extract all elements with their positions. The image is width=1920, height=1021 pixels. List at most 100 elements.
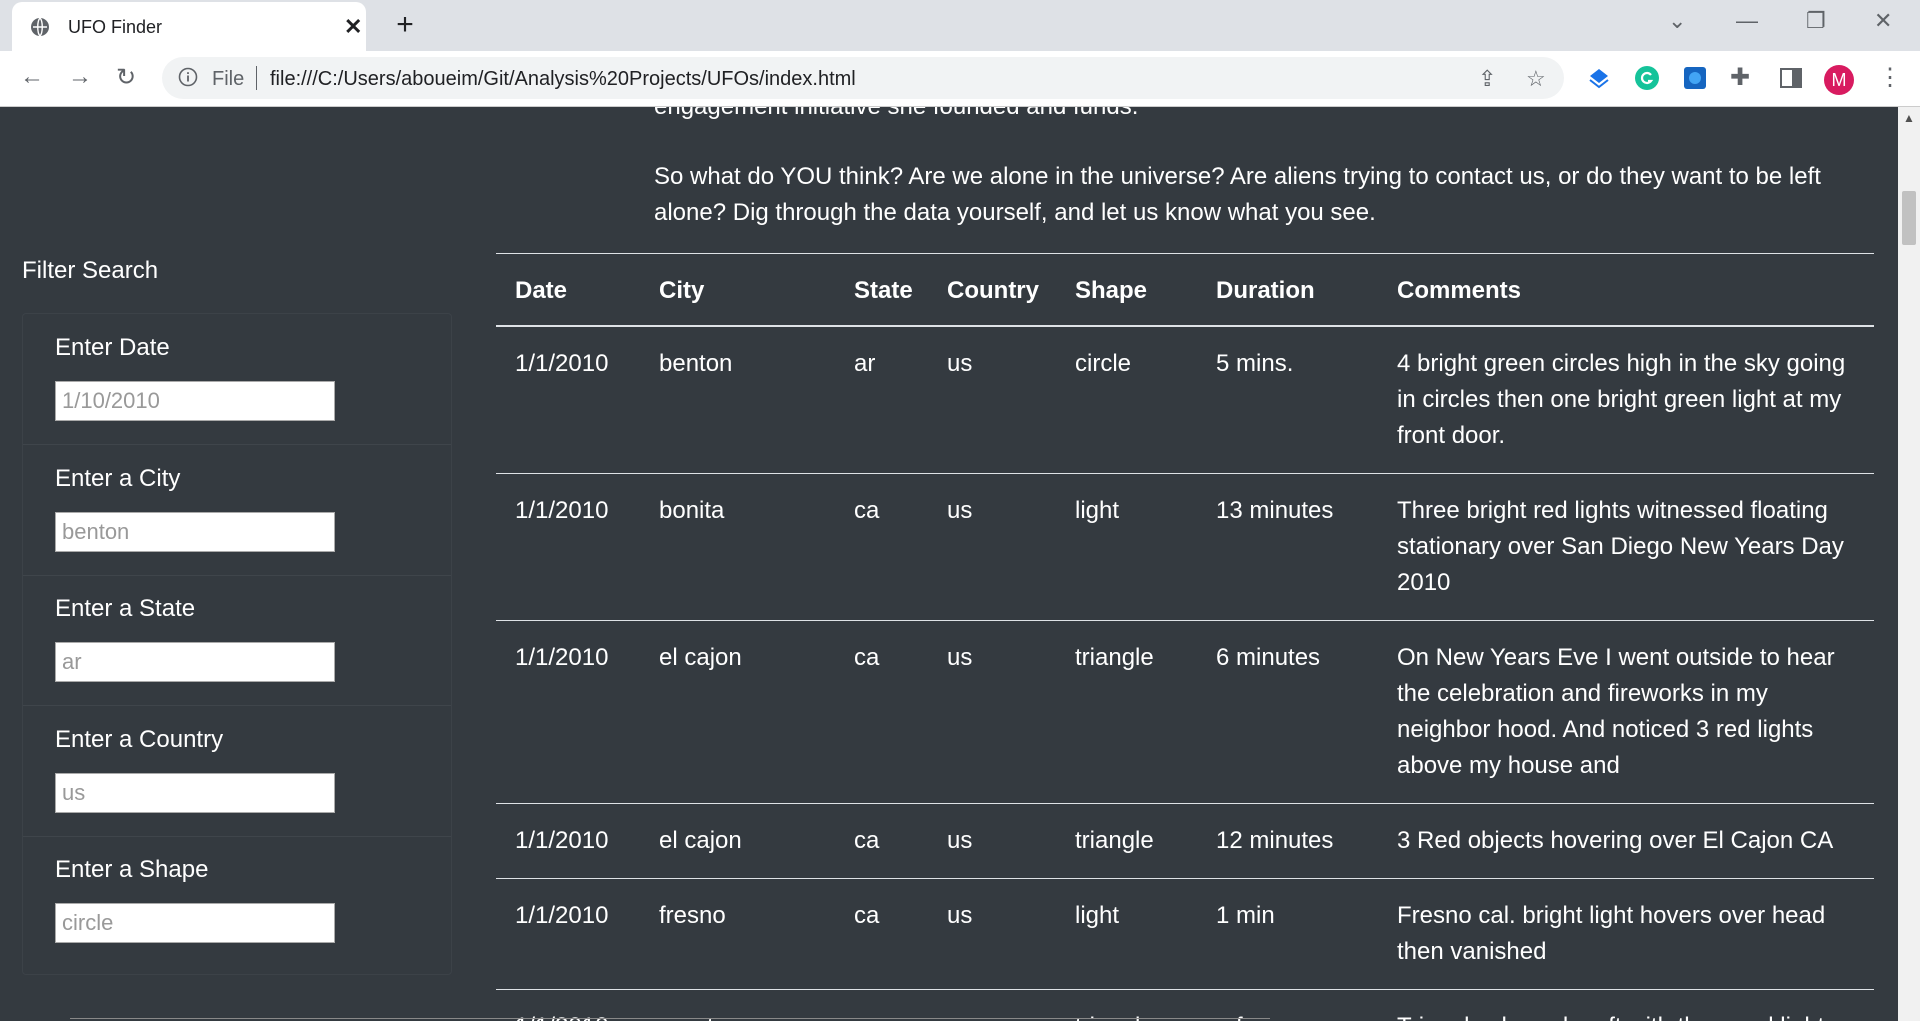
- cell-comment-line: Triangle shaped craft with three red lig…: [1397, 1009, 1836, 1021]
- header-duration: Duration: [1216, 277, 1315, 304]
- cell-comment-line: in circles then one bright green light a…: [1397, 386, 1842, 413]
- cell-country: us: [947, 644, 973, 671]
- globe-icon: [31, 17, 49, 37]
- filter-panel: Enter Date Enter a City Enter a State En…: [22, 313, 452, 975]
- window-close-icon[interactable]: ✕: [1874, 8, 1892, 34]
- browser-tab[interactable]: UFO Finder ✕: [12, 2, 366, 51]
- cell-city: el cajon: [659, 644, 742, 671]
- filter-label: Enter a Country: [55, 726, 224, 753]
- side-panel-icon[interactable]: [1778, 65, 1804, 91]
- filter-item-date: Enter Date: [23, 314, 451, 445]
- star-icon[interactable]: ☆: [1526, 66, 1546, 92]
- cell-country: us: [947, 1009, 972, 1021]
- url-scheme-label: File: [212, 68, 245, 90]
- header-shape: Shape: [1075, 277, 1148, 304]
- cell-country: us: [947, 827, 973, 854]
- cell-duration: 1 min: [1216, 902, 1275, 929]
- share-icon[interactable]: ⇪: [1478, 66, 1496, 92]
- cell-comment-line: front door.: [1397, 422, 1506, 449]
- url-text[interactable]: file:///C:/Users/aboueim/Git/Analysis%20…: [270, 68, 856, 91]
- row-divider: [496, 620, 1874, 621]
- cell-shape: circle: [1075, 350, 1132, 377]
- header-city: City: [659, 277, 705, 304]
- profile-avatar[interactable]: M: [1824, 65, 1854, 95]
- scroll-up-arrow-icon[interactable]: ▲: [1903, 111, 1915, 125]
- row-divider: [496, 473, 1874, 474]
- filter-label: Enter a State: [55, 595, 196, 622]
- page-scrollbar[interactable]: ▲: [1898, 107, 1920, 1021]
- browser-tab-bar: UFO Finder ✕ + ⌄ — ❐ ✕: [0, 0, 1920, 51]
- header-state: State: [854, 277, 913, 304]
- close-icon[interactable]: ✕: [344, 14, 362, 40]
- cell-shape: triangle: [1075, 1009, 1154, 1021]
- cell-country: us: [947, 350, 973, 377]
- filter-item-shape: Enter a Shape: [23, 836, 451, 966]
- browser-toolbar: ← → ↻ File file:///C:/Users/aboueim/Git/…: [0, 51, 1920, 107]
- filter-label: Enter Date: [55, 334, 170, 361]
- address-bar[interactable]: File file:///C:/Users/aboueim/Git/Analys…: [162, 57, 1564, 99]
- cell-shape: triangle: [1075, 644, 1154, 671]
- cell-state: ca: [854, 497, 880, 524]
- cell-country: us: [947, 497, 973, 524]
- state-filter-input[interactable]: [55, 642, 335, 682]
- cell-shape: light: [1075, 497, 1120, 524]
- extensions-icon[interactable]: ✚: [1730, 63, 1750, 92]
- cell-comment-line: neighbor hood. And noticed 3 red lights: [1397, 716, 1814, 743]
- cell-duration: 5 mins.: [1216, 350, 1294, 377]
- extension-blue-icon[interactable]: [1682, 65, 1708, 91]
- grammarly-icon[interactable]: [1634, 65, 1660, 91]
- cell-comment-line: Three bright red lights witnessed floati…: [1397, 497, 1828, 524]
- filter-label: Enter a City: [55, 465, 181, 492]
- intro-cut-line: engagement initiative she founded and fu…: [654, 107, 1138, 125]
- cell-state: or: [854, 1009, 875, 1021]
- city-filter-input[interactable]: [55, 512, 335, 552]
- cell-city: benton: [659, 350, 733, 377]
- restore-icon[interactable]: ❐: [1806, 8, 1826, 34]
- page-content: engagement initiative she founded and fu…: [0, 107, 1898, 1021]
- cell-city: grants pass: [659, 1009, 783, 1021]
- cell-date: 1/1/2010: [515, 902, 609, 929]
- menu-icon[interactable]: ⋮: [1878, 63, 1902, 92]
- header-comments: Comments: [1397, 277, 1522, 304]
- info-icon[interactable]: [178, 67, 198, 87]
- row-divider: [496, 989, 1874, 990]
- cell-comment-line: 2010: [1397, 569, 1451, 596]
- cell-comment-line: On New Years Eve I went outside to hear: [1397, 644, 1835, 671]
- forward-arrow-icon[interactable]: →: [68, 63, 92, 91]
- cell-comment-line: 3 Red objects hovering over El Cajon CA: [1397, 827, 1834, 854]
- cell-city: el cajon: [659, 827, 742, 854]
- tab-title: UFO Finder: [68, 17, 163, 37]
- cell-date: 1/1/2010: [515, 350, 609, 377]
- cell-state: ca: [854, 902, 880, 929]
- date-filter-input[interactable]: [55, 381, 335, 421]
- table-header-border: [496, 325, 1874, 327]
- cell-state: ca: [854, 644, 880, 671]
- cell-comment-line: then vanished: [1397, 938, 1547, 965]
- shape-filter-input[interactable]: [55, 903, 335, 943]
- filter-label: Enter a Shape: [55, 856, 209, 883]
- cell-shape: light: [1075, 902, 1120, 929]
- scroll-thumb[interactable]: [1902, 191, 1916, 245]
- header-country: Country: [947, 277, 1039, 304]
- url-separator: [256, 66, 257, 90]
- table-top-border: [496, 253, 1874, 254]
- back-arrow-icon[interactable]: ←: [20, 63, 44, 91]
- cell-country: us: [947, 902, 973, 929]
- cell-date: 1/1/2010: [515, 827, 609, 854]
- cell-date: 1/1/2010: [515, 497, 609, 524]
- cell-shape: triangle: [1075, 827, 1154, 854]
- intro-paragraph: So what do YOU think? Are we alone in th…: [654, 163, 1821, 226]
- cell-date: 1/1/2010: [515, 644, 609, 671]
- cell-duration: a few: [1216, 1009, 1273, 1021]
- row-divider: [496, 803, 1874, 804]
- country-filter-input[interactable]: [55, 773, 335, 813]
- cell-comment-line: stationary over San Diego New Years Day: [1397, 533, 1844, 560]
- cell-city: bonita: [659, 497, 725, 524]
- cell-date: 1/1/2010: [515, 1009, 608, 1021]
- new-tab-button[interactable]: +: [384, 8, 426, 42]
- minimize-icon[interactable]: —: [1736, 8, 1758, 34]
- page-bottom-divider: [70, 1018, 1270, 1019]
- extension-diamond-icon[interactable]: [1586, 65, 1612, 91]
- tab-search-icon[interactable]: ⌄: [1668, 8, 1686, 34]
- reload-icon[interactable]: ↻: [116, 63, 136, 92]
